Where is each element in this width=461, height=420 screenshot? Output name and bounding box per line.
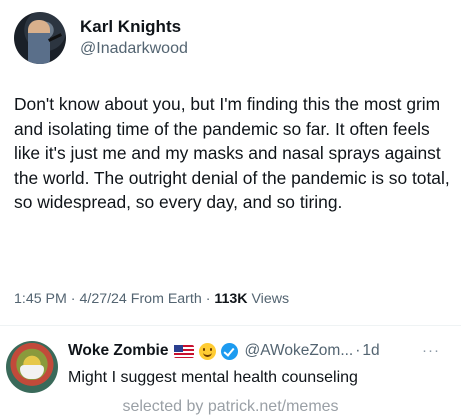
smile-icon <box>199 342 217 360</box>
author-avatar[interactable] <box>14 12 66 64</box>
author-display-name[interactable]: Karl Knights <box>80 16 188 38</box>
tweet-metadata: 1:45 PM · 4/27/24 From Earth · 113K View… <box>14 289 289 309</box>
avatar-figure <box>28 20 50 64</box>
tweet-header: Karl Knights @Inadarkwood <box>14 12 188 64</box>
views-label: Views <box>251 291 290 307</box>
tweet-source: From Earth <box>130 291 202 307</box>
microphone-icon <box>48 33 62 42</box>
reply-author-avatar[interactable] <box>6 341 58 393</box>
tweet-date[interactable]: 4/27/24 <box>79 291 126 307</box>
author-handle[interactable]: @Inadarkwood <box>80 38 188 60</box>
reply-separator: · <box>355 342 361 359</box>
reply-handle[interactable]: @AWokeZom... <box>244 341 353 361</box>
tweet-time[interactable]: 1:45 PM <box>14 291 67 307</box>
reply-body-text: Might I suggest mental health counseling <box>68 369 358 386</box>
watermark: selected by patrick.net/memes <box>0 396 461 418</box>
tweet-body-text: Don't know about you, but I'm finding th… <box>14 94 450 213</box>
divider <box>0 325 461 326</box>
us-flag-icon <box>174 344 195 358</box>
mask-icon <box>20 365 44 379</box>
verified-icon <box>221 342 239 360</box>
reply-header: Woke Zombie @AWokeZom... · 1d <box>68 341 380 361</box>
meta-separator: · <box>205 291 211 307</box>
meta-separator: · <box>70 291 76 307</box>
more-options-icon[interactable]: ··· <box>422 341 440 361</box>
reply-display-name[interactable]: Woke Zombie <box>68 341 168 361</box>
views-count: 113K <box>214 291 248 307</box>
reply-time[interactable]: 1d <box>362 341 379 361</box>
author-identity: Karl Knights @Inadarkwood <box>80 16 188 60</box>
